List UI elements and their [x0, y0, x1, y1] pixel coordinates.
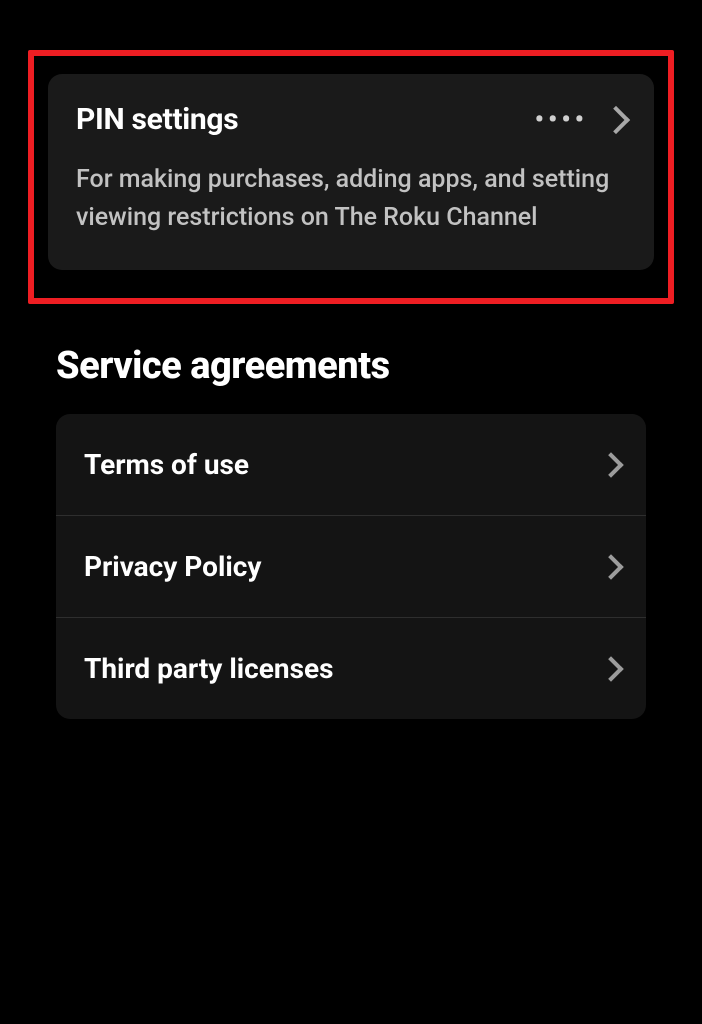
pin-settings-title: PIN settings: [76, 102, 238, 137]
third-party-licenses-item[interactable]: Third party licenses: [56, 618, 646, 719]
list-item-label: Privacy Policy: [84, 550, 262, 583]
pin-right-group: ••••: [535, 106, 626, 134]
pin-settings-description: For making purchases, adding apps, and s…: [76, 161, 626, 236]
chevron-right-icon: [606, 553, 622, 581]
pin-settings-card[interactable]: PIN settings •••• For making purchases, …: [48, 74, 654, 270]
terms-of-use-item[interactable]: Terms of use: [56, 414, 646, 516]
highlight-annotation: PIN settings •••• For making purchases, …: [28, 50, 674, 304]
settings-page: PIN settings •••• For making purchases, …: [0, 0, 702, 719]
service-agreements-heading: Service agreements: [0, 344, 702, 414]
list-item-label: Third party licenses: [84, 652, 333, 685]
pin-settings-header: PIN settings ••••: [76, 102, 626, 137]
chevron-right-icon: [610, 106, 626, 134]
list-item-label: Terms of use: [84, 448, 249, 481]
pin-dots-icon: ••••: [535, 107, 588, 133]
chevron-right-icon: [606, 655, 622, 683]
chevron-right-icon: [606, 451, 622, 479]
service-agreements-list: Terms of use Privacy Policy Third party …: [56, 414, 646, 719]
privacy-policy-item[interactable]: Privacy Policy: [56, 516, 646, 618]
